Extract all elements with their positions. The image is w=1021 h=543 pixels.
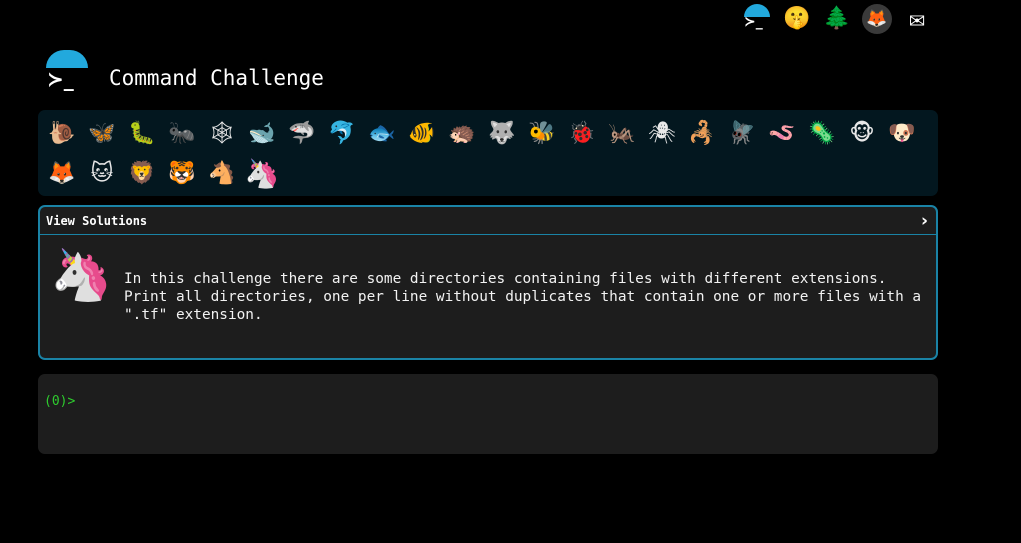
logo-large-glyph: ≻_ — [47, 67, 74, 91]
chevron-right-icon: › — [920, 210, 928, 231]
fish-icon[interactable]: 🐟 — [362, 114, 402, 154]
page-header: ≻_ Command Challenge — [44, 50, 324, 95]
snail-icon[interactable]: 🐌 — [42, 114, 82, 154]
fox-icon[interactable]: 🦊 — [42, 154, 82, 194]
cricket-icon[interactable]: 🦗 — [602, 114, 642, 154]
microbe-icon[interactable]: 🦠 — [802, 114, 842, 154]
cmdchallenge-logo-icon[interactable]: ≻_ — [742, 4, 772, 34]
challenge-panel: View Solutions › 🦄 In this challenge the… — [38, 205, 938, 360]
dolphin-icon[interactable]: 🐬 — [322, 114, 362, 154]
view-solutions-label: View Solutions — [46, 213, 148, 228]
gitlab-glyph: 🦊 — [866, 8, 888, 29]
fly-icon[interactable]: 🪰 — [722, 114, 762, 154]
wolf-icon[interactable]: 🐺 — [482, 114, 522, 154]
dog-icon[interactable]: 🐶 — [882, 114, 922, 154]
view-solutions-toggle[interactable]: View Solutions › — [40, 207, 936, 235]
spider-web-icon[interactable]: 🕸 — [202, 114, 242, 154]
horse-icon[interactable]: 🐴 — [202, 154, 242, 194]
cmdchallenge-logo-large-icon[interactable]: ≻_ — [44, 50, 90, 95]
lion-icon[interactable]: 🦁 — [122, 154, 162, 194]
ant-icon[interactable]: 🐜 — [162, 114, 202, 154]
unicorn-avatar-icon: 🦄 — [50, 246, 113, 304]
gitlab-icon[interactable]: 🦊 — [862, 4, 892, 34]
logo-prompt-glyph: ≻_ — [744, 14, 763, 30]
logo-large-dome — [46, 50, 88, 68]
challenge-body: 🦄 In this challenge there are some direc… — [40, 235, 936, 355]
caterpillar-icon[interactable]: 🐛 — [122, 114, 162, 154]
terminal-prompt: (0)> — [44, 394, 76, 409]
butterfly-icon[interactable]: 🦋 — [82, 114, 122, 154]
monkey-icon[interactable]: 🐵 — [842, 114, 882, 154]
ladybug-icon[interactable]: 🐞 — [562, 114, 602, 154]
shark-icon[interactable]: 🦈 — [282, 114, 322, 154]
bee-icon[interactable]: 🐝 — [522, 114, 562, 154]
tropical-fish-icon[interactable]: 🐠 — [402, 114, 442, 154]
level-selector: 🐌 🦋 🐛 🐜 🕸 🐋 🦈 🐬 🐟 🐠 🦔 🐺 🐝 🐞 🦗 🕷 🦂 🪰 🪱 🦠 🐵 🐶 🦊 🐱 🦁 🐯 🐴 🦄 — [38, 110, 938, 196]
whale-icon[interactable]: 🐋 — [242, 114, 282, 154]
shushing-face-icon[interactable]: 🤫 — [782, 4, 812, 34]
envelope-icon[interactable]: ✉ — [902, 4, 932, 34]
worm-icon[interactable]: 🪱 — [762, 114, 802, 154]
unicorn-icon[interactable]: 🦄 — [242, 154, 282, 194]
top-nav: ≻_ 🤫 🌲 🦊 ✉ — [742, 4, 932, 34]
challenge-description: In this challenge there are some directo… — [124, 271, 922, 323]
cat-icon[interactable]: 🐱 — [82, 154, 122, 194]
hedgehog-icon[interactable]: 🦔 — [442, 114, 482, 154]
tiger-icon[interactable]: 🐯 — [162, 154, 202, 194]
spider-icon[interactable]: 🕷 — [642, 114, 682, 154]
scorpion-icon[interactable]: 🦂 — [682, 114, 722, 154]
page-title: Command Challenge — [109, 65, 324, 90]
evergreen-tree-icon[interactable]: 🌲 — [822, 4, 852, 34]
terminal-input[interactable]: (0)> — [38, 374, 938, 454]
